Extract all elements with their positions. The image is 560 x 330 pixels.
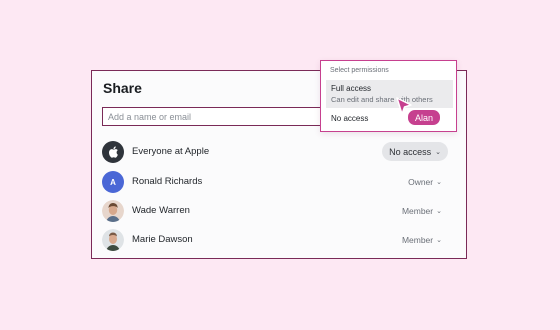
- role-dropdown[interactable]: No access ⌄: [382, 142, 448, 161]
- role-dropdown[interactable]: Member ⌄: [402, 206, 442, 216]
- person-name: Ronald Richards: [132, 176, 203, 187]
- role-label: Member: [401, 235, 434, 245]
- role-dropdown[interactable]: Member ⌄: [402, 235, 442, 245]
- list-item: Marie Dawson Member ⌄: [102, 229, 458, 253]
- avatar: [102, 229, 124, 251]
- menu-item-full-access[interactable]: Full access Can edit and share with othe…: [326, 80, 453, 108]
- chevron-down-icon: ⌄: [436, 179, 442, 186]
- list-item: Wade Warren Member ⌄: [102, 200, 458, 224]
- dialog-title: Share: [103, 80, 142, 96]
- role-label: No access: [389, 146, 432, 157]
- list-item: A Ronald Richards Owner ⌄: [102, 171, 458, 195]
- person-photo-icon: [102, 229, 124, 251]
- list-item: Everyone at Apple No access ⌄: [102, 141, 458, 165]
- menu-item-label: Full access: [331, 84, 372, 93]
- chevron-down-icon: ⌄: [436, 208, 442, 215]
- menu-item-description: Can edit and share with others: [331, 95, 433, 104]
- person-photo-icon: [102, 200, 124, 222]
- avatar: A: [102, 171, 124, 193]
- role-label: Member: [401, 206, 434, 216]
- search-input[interactable]: [102, 107, 324, 126]
- menu-item-no-access[interactable]: No access: [331, 114, 368, 123]
- chevron-down-icon: ⌄: [435, 148, 441, 156]
- cursor-label: Alan: [407, 109, 442, 126]
- role-dropdown[interactable]: Owner ⌄: [408, 177, 442, 187]
- apple-logo-icon: [108, 146, 118, 158]
- role-label: Owner: [408, 177, 434, 187]
- person-name: Wade Warren: [132, 205, 190, 216]
- menu-header: Select permissions: [330, 67, 389, 74]
- avatar-letter: A: [110, 177, 116, 187]
- avatar: [102, 200, 124, 222]
- chevron-down-icon: ⌄: [436, 237, 442, 244]
- person-name: Marie Dawson: [132, 234, 193, 245]
- person-name: Everyone at Apple: [132, 146, 210, 157]
- avatar: [102, 141, 124, 163]
